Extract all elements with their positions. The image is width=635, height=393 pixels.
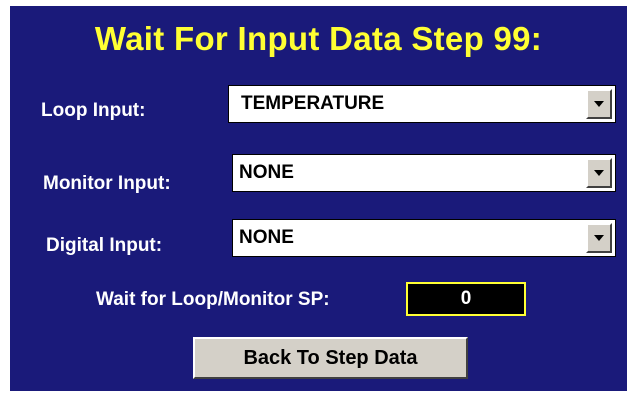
chevron-down-icon: [594, 235, 604, 241]
step-panel: Wait For Input Data Step 99: Loop Input:…: [10, 6, 627, 391]
wait-sp-input[interactable]: 0: [406, 282, 526, 316]
back-to-step-data-button[interactable]: Back To Step Data: [193, 337, 468, 379]
loop-input-value: TEMPERATURE: [241, 93, 385, 114]
digital-input-dropdown-button[interactable]: [586, 223, 612, 253]
wait-sp-label: Wait for Loop/Monitor SP:: [96, 289, 330, 310]
digital-input-select[interactable]: NONE: [232, 219, 616, 257]
digital-input-value: NONE: [239, 227, 294, 248]
page-title: Wait For Input Data Step 99:: [94, 20, 543, 57]
digital-input-label: Digital Input:: [46, 235, 163, 256]
chevron-down-icon: [594, 170, 604, 176]
monitor-input-select[interactable]: NONE: [232, 154, 616, 192]
monitor-input-dropdown-button[interactable]: [586, 158, 612, 188]
loop-input-select[interactable]: TEMPERATURE: [228, 85, 616, 123]
loop-input-dropdown-button[interactable]: [586, 89, 612, 119]
chevron-down-icon: [594, 101, 604, 107]
loop-input-label: Loop Input:: [41, 100, 146, 121]
monitor-input-label: Monitor Input:: [43, 173, 171, 194]
monitor-input-value: NONE: [239, 162, 294, 183]
